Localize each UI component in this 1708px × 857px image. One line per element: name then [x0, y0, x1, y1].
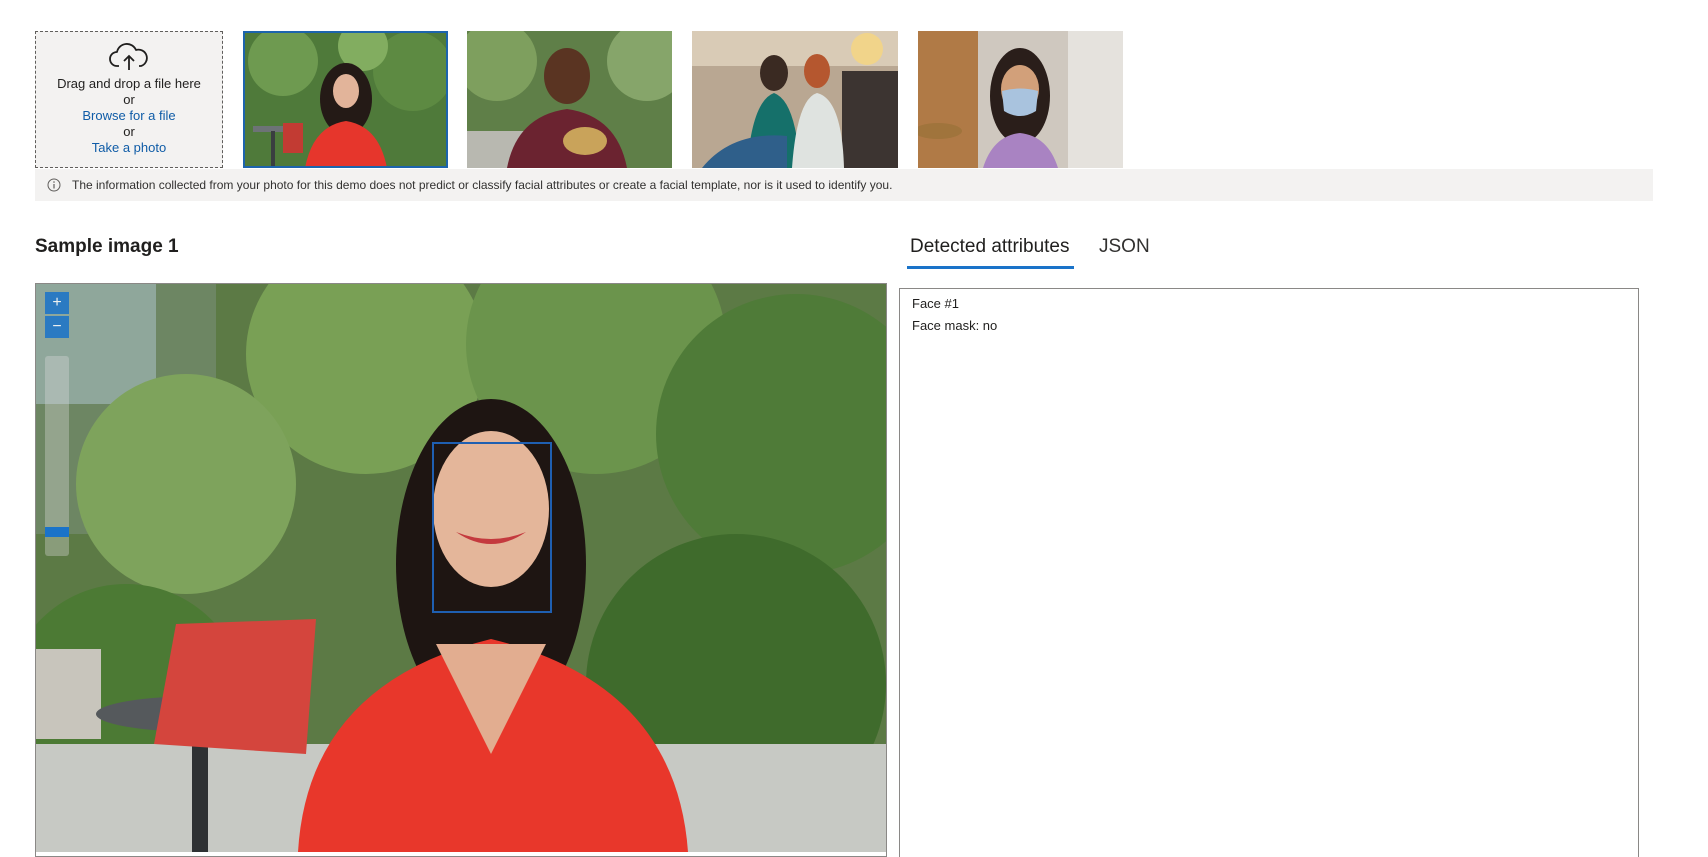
zoom-in-button[interactable]: +	[45, 292, 69, 314]
tab-json[interactable]: JSON	[1099, 236, 1150, 258]
or-text: or	[123, 92, 135, 107]
result-line: Face mask: no	[912, 318, 998, 333]
thumbnail-sample-4[interactable]	[918, 31, 1123, 168]
zoom-slider-handle[interactable]	[45, 527, 69, 537]
privacy-info-text: The information collected from your phot…	[72, 178, 893, 192]
take-photo-link[interactable]: Take a photo	[36, 140, 222, 156]
sample-image-title: Sample image 1	[35, 236, 179, 257]
privacy-info-bar: The information collected from your phot…	[35, 169, 1653, 201]
cloud-upload-icon	[109, 43, 148, 70]
info-icon	[47, 178, 61, 192]
zoom-out-button[interactable]: −	[45, 316, 69, 338]
browse-file-link[interactable]: Browse for a file	[36, 108, 222, 124]
thumbnail-sample-3[interactable]	[692, 31, 898, 168]
result-line: Face #1	[912, 296, 959, 311]
thumbnail-sample-2[interactable]	[467, 31, 672, 168]
face-bounding-box	[432, 442, 552, 613]
tab-detected-attributes[interactable]: Detected attributes	[910, 236, 1069, 258]
upload-dropzone[interactable]: Drag and drop a file here or Browse for …	[35, 31, 223, 168]
drag-drop-text: Drag and drop a file here	[57, 76, 201, 91]
thumbnail-sample-1[interactable]	[243, 31, 448, 168]
or-text: or	[123, 124, 135, 139]
active-tab-indicator	[907, 266, 1074, 269]
zoom-slider[interactable]	[45, 356, 69, 556]
results-panel: Face #1 Face mask: no	[899, 288, 1639, 857]
image-viewer[interactable]: + −	[35, 283, 887, 857]
